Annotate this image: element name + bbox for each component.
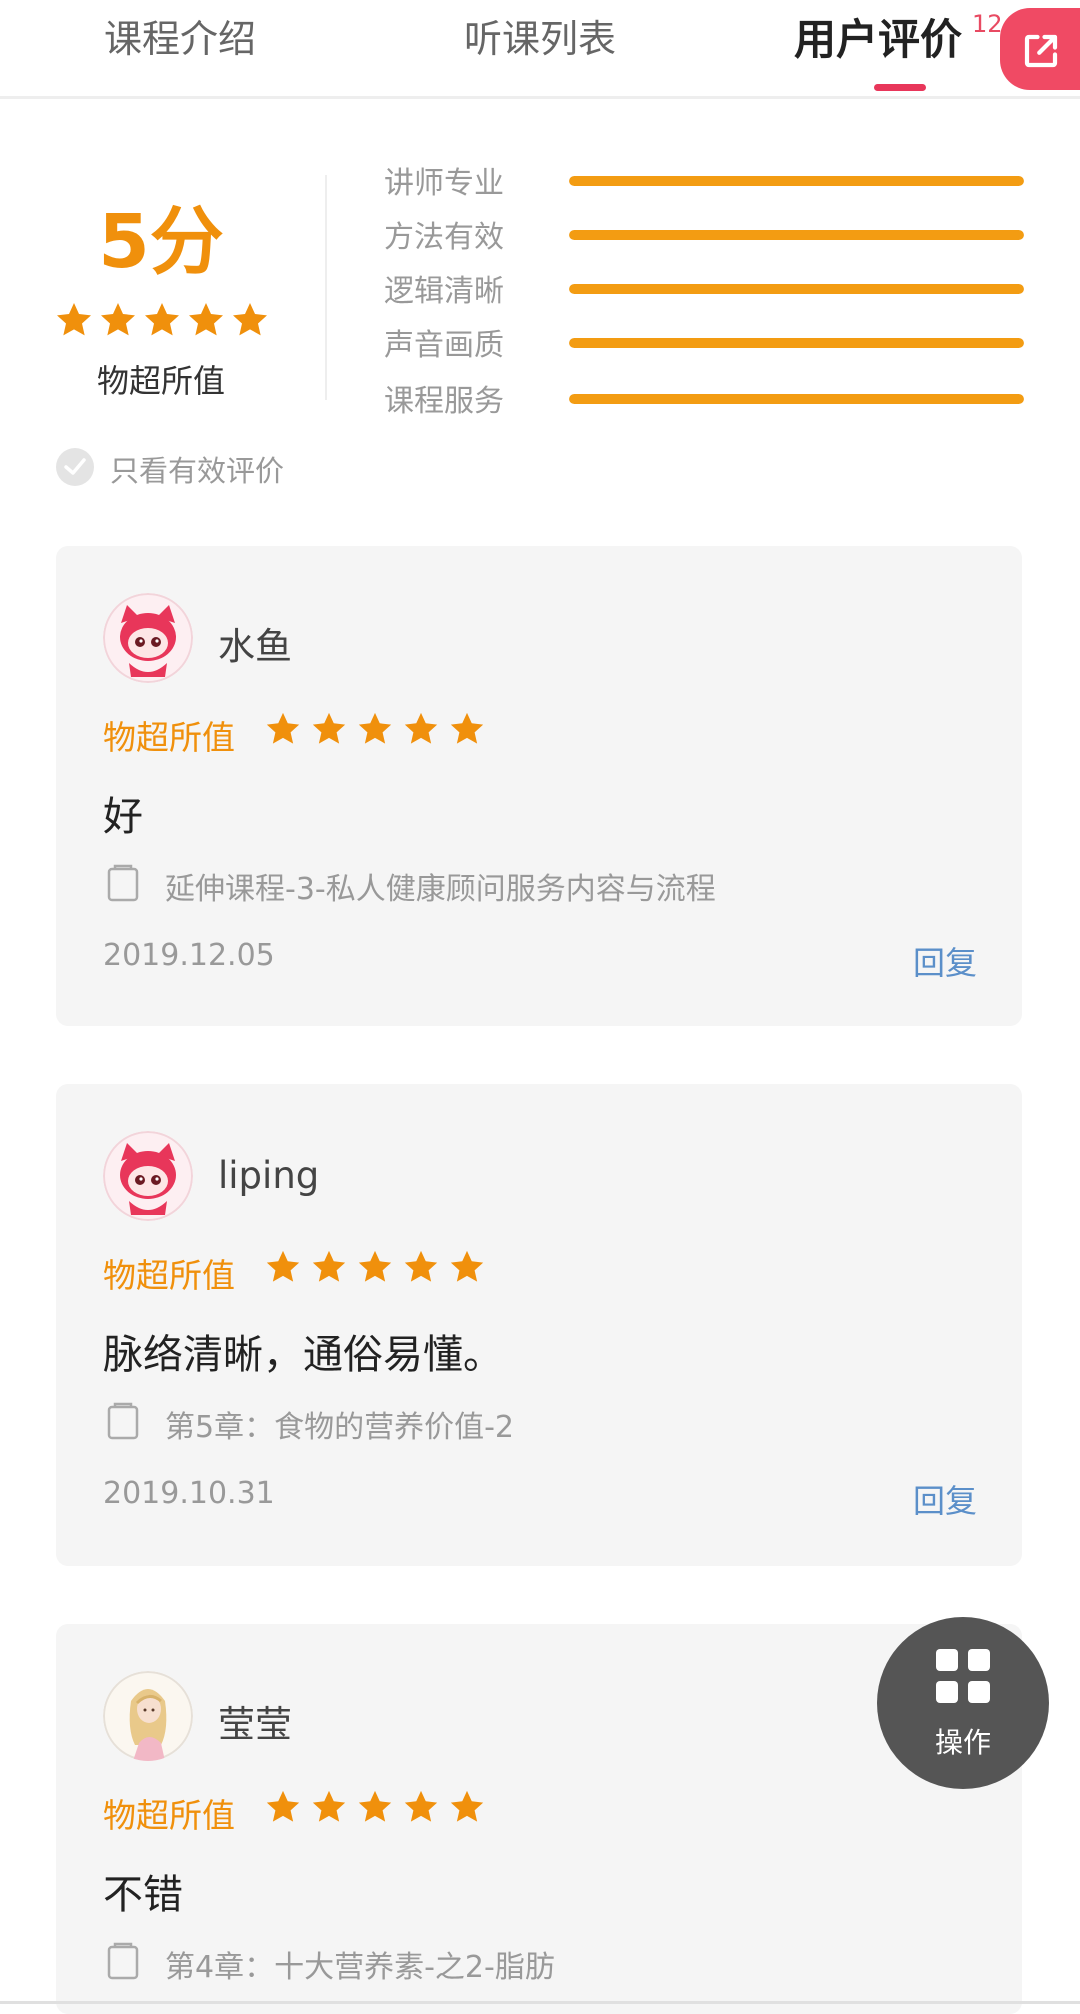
rating-row-service: 课程服务 (384, 376, 1024, 420)
rating-bar-fill (569, 338, 1024, 348)
grid-icon (936, 1649, 990, 1703)
review-date: 2019.10.31 (103, 1476, 275, 1511)
star-icon (233, 303, 267, 336)
star-icon (266, 712, 300, 744)
star-icon (404, 712, 438, 744)
star-icon (312, 1790, 346, 1822)
star-icon (450, 1250, 484, 1282)
check-icon (64, 458, 86, 475)
fab-label: 操作 (934, 1726, 991, 1759)
rating-label: 方法有效 (384, 220, 504, 255)
rating-label: 课程服务 (384, 384, 504, 419)
username: 莹莹 (218, 1703, 292, 1746)
rating-label: 声音画质 (384, 328, 504, 363)
rating-bar (569, 230, 1024, 240)
rating-bar-fill (569, 176, 1024, 186)
rating-row-av-quality: 声音画质 (384, 320, 1024, 364)
review-text: 脉络清晰，通俗易懂。 (103, 1332, 503, 1378)
review-date: 2019.12.05 (103, 938, 275, 973)
rating-bar (569, 394, 1024, 404)
star-icon (312, 1250, 346, 1282)
rating-bar (569, 176, 1024, 186)
review-text: 不错 (103, 1872, 183, 1918)
rating-label: 逻辑清晰 (384, 274, 504, 309)
summary-stars (54, 300, 270, 340)
rating-row-method: 方法有效 (384, 212, 1024, 256)
active-tab-indicator (874, 84, 926, 91)
review-stars (264, 1788, 486, 1826)
summary-label: 物超所值 (96, 362, 225, 400)
rating-label: 讲师专业 (384, 166, 504, 201)
star-icon (404, 1790, 438, 1822)
review-card: 莹莹 物超所值 不错 第4章：十大营养素-之2-脂肪 (56, 1624, 1022, 2014)
star-icon (358, 1250, 392, 1282)
star-icon (266, 1250, 300, 1282)
username: 水鱼 (218, 625, 292, 668)
rating-bar-fill (569, 394, 1024, 404)
reply-button[interactable]: 回复 (913, 1476, 977, 1522)
rating-row-logic: 逻辑清晰 (384, 266, 1024, 310)
course-title: 延伸课程-3-私人健康顾问服务内容与流程 (165, 872, 716, 907)
star-icon (266, 1790, 300, 1822)
tab-bar: 课程介绍 听课列表 用户评价 12 (0, 0, 1080, 99)
star-icon (312, 712, 346, 744)
star-icon (101, 303, 135, 336)
star-icon (450, 1790, 484, 1822)
share-button[interactable] (1000, 8, 1080, 90)
review-tag: 物超所值 (103, 1256, 235, 1295)
star-icon (145, 303, 179, 336)
star-icon (57, 303, 91, 336)
rating-bar-fill (569, 284, 1024, 294)
document-icon (107, 1402, 139, 1440)
star-icon (189, 303, 223, 336)
star-icon (450, 712, 484, 744)
review-stars (264, 1248, 486, 1286)
divider (325, 175, 327, 400)
tab-user-reviews[interactable]: 用户评价 (794, 6, 962, 67)
review-tag: 物超所值 (103, 1796, 235, 1835)
external-link-icon (1024, 34, 1058, 68)
review-tag: 物超所值 (103, 718, 235, 757)
filter-label: 只看有效评价 (110, 454, 285, 488)
review-count-badge: 12 (972, 10, 1003, 38)
rating-bar (569, 338, 1024, 348)
username: liping (218, 1154, 320, 1197)
tab-course-intro[interactable]: 课程介绍 (104, 8, 256, 63)
star-icon (358, 712, 392, 744)
avatar[interactable] (103, 593, 193, 683)
filter-checkbox[interactable] (56, 448, 94, 486)
tab-lesson-list[interactable]: 听课列表 (464, 8, 616, 63)
star-icon (404, 1250, 438, 1282)
document-icon (107, 1942, 139, 1980)
avatar[interactable] (103, 1131, 193, 1221)
rating-row-lecturer: 讲师专业 (384, 158, 1024, 202)
review-card: 水鱼 物超所值 好 延伸课程-3-私人健康顾问服务内容与流程 2019.12.0… (56, 546, 1022, 1026)
review-card: liping 物超所值 脉络清晰，通俗易懂。 第5章：食物的营养价值-2 201… (56, 1084, 1022, 1566)
rating-bar (569, 284, 1024, 294)
avatar[interactable] (103, 1671, 193, 1761)
actions-fab[interactable]: 操作 (877, 1617, 1049, 1789)
review-text: 好 (103, 794, 143, 840)
document-icon (107, 864, 139, 902)
course-title: 第5章：食物的营养价值-2 (165, 1410, 514, 1445)
star-icon (358, 1790, 392, 1822)
rating-bar-fill (569, 230, 1024, 240)
course-title: 第4章：十大营养素-之2-脂肪 (165, 1950, 555, 1985)
reply-button[interactable]: 回复 (913, 938, 977, 984)
overall-score: 5分 (98, 199, 224, 285)
review-stars (264, 710, 486, 748)
